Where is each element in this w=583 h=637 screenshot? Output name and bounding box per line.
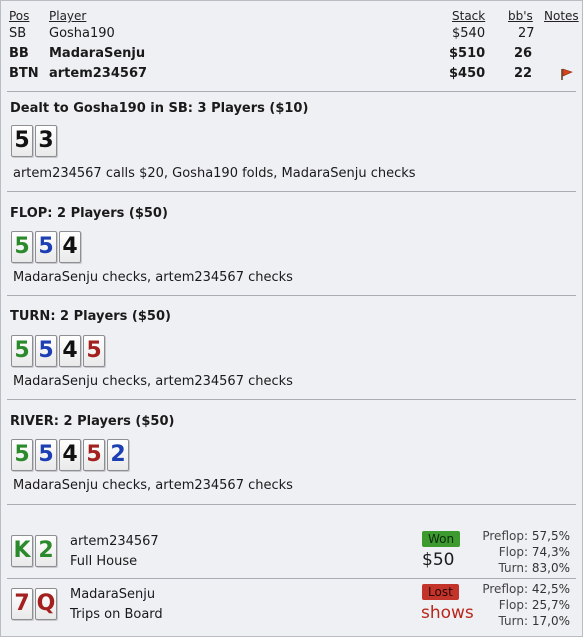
divider [7,504,576,505]
board-cards-river: 5 5 4 5 2 [11,439,129,471]
player-position: BTN [9,66,39,81]
showdown-player-name: artem234567 [70,534,159,549]
playing-card: 5 [35,335,57,367]
playing-card: 2 [35,535,57,567]
street-actions-turn: MadaraSenju checks, artem234567 checks [13,374,293,389]
equity-label: Flop: [498,545,528,559]
playing-card: 7 [11,588,33,620]
playing-card: 5 [11,231,33,263]
column-header-pos[interactable]: Pos [9,6,29,26]
playing-card: 5 [83,439,105,471]
player-row[interactable]: SB Gosha190 $540 27 [9,24,576,44]
board-cards-flop: 5 5 4 [11,231,81,263]
playing-card: 4 [59,335,81,367]
equity-value: 17,0% [531,614,570,628]
street-actions-river: MadaraSenju checks, artem234567 checks [13,478,293,493]
column-header-bbs[interactable]: bb's [508,6,533,26]
street-title-flop: FLOP: 2 Players ($50) [10,206,168,221]
divider [7,191,576,192]
playing-card: 2 [107,439,129,471]
hand-history-panel: Pos Player Stack bb's Notes SB Gosha190 … [0,0,583,637]
equity-stats: Preflop: 42,5% Flop: 25,7% Turn: 17,0% [430,581,570,629]
equity-stats: Preflop: 57,5% Flop: 74,3% Turn: 83,0% [430,528,570,576]
playing-card: 3 [35,125,57,157]
equity-label: Preflop: [482,582,528,596]
equity-label: Turn: [498,614,528,628]
showdown-player-name: MadaraSenju [70,587,156,602]
street-title-preflop: Dealt to Gosha190 in SB: 3 Players ($10) [10,101,309,116]
divider [7,578,576,579]
playing-card: 5 [11,439,33,471]
player-position: BB [9,46,29,61]
player-stack: $540 [452,26,486,41]
divider [7,91,576,92]
flag-icon[interactable] [560,68,574,81]
playing-card: 5 [11,125,33,157]
hole-cards: 5 3 [11,125,57,157]
player-stack: $450 [449,66,486,81]
street-title-river: RIVER: 2 Players ($50) [10,414,175,429]
player-row[interactable]: BB MadaraSenju $510 26 [9,44,576,64]
shown-cards: 7 Q [11,588,57,620]
player-name: Gosha190 [49,26,115,41]
playing-card: 5 [35,231,57,263]
column-header-stack[interactable]: Stack [452,6,485,26]
equity-label: Turn: [498,561,528,575]
players-table-header: Pos Player Stack bb's Notes [9,6,579,26]
equity-label: Flop: [498,598,528,612]
equity-value: 83,0% [531,561,570,575]
playing-card: 4 [59,231,81,263]
divider [7,399,576,400]
column-header-notes[interactable]: Notes [544,6,579,26]
player-stack: $510 [449,46,486,61]
equity-value: 42,5% [531,582,570,596]
playing-card: 4 [59,439,81,471]
playing-card: K [11,535,33,567]
player-position: SB [9,26,27,41]
player-bbs: 26 [514,46,533,61]
street-actions-preflop: artem234567 calls $20, Gosha190 folds, M… [13,166,416,181]
player-bbs: 22 [514,66,533,81]
equity-label: Preflop: [482,529,528,543]
street-actions-flop: MadaraSenju checks, artem234567 checks [13,270,293,285]
player-name: MadaraSenju [49,46,146,61]
street-title-turn: TURN: 2 Players ($50) [10,309,171,324]
board-cards-turn: 5 5 4 5 [11,335,105,367]
playing-card: Q [35,588,57,620]
playing-card: 5 [11,335,33,367]
equity-value: 57,5% [531,529,570,543]
shown-cards: K 2 [11,535,57,567]
equity-value: 25,7% [531,598,570,612]
playing-card: 5 [83,335,105,367]
column-header-player[interactable]: Player [49,6,86,26]
player-bbs: 27 [518,26,535,41]
divider [7,295,576,296]
playing-card: 5 [35,439,57,471]
player-row[interactable]: BTN artem234567 $450 22 [9,64,576,84]
showdown-hand-rank: Full House [70,554,138,569]
player-name: artem234567 [49,66,148,81]
equity-value: 74,3% [531,545,570,559]
showdown-hand-rank: Trips on Board [70,607,163,622]
